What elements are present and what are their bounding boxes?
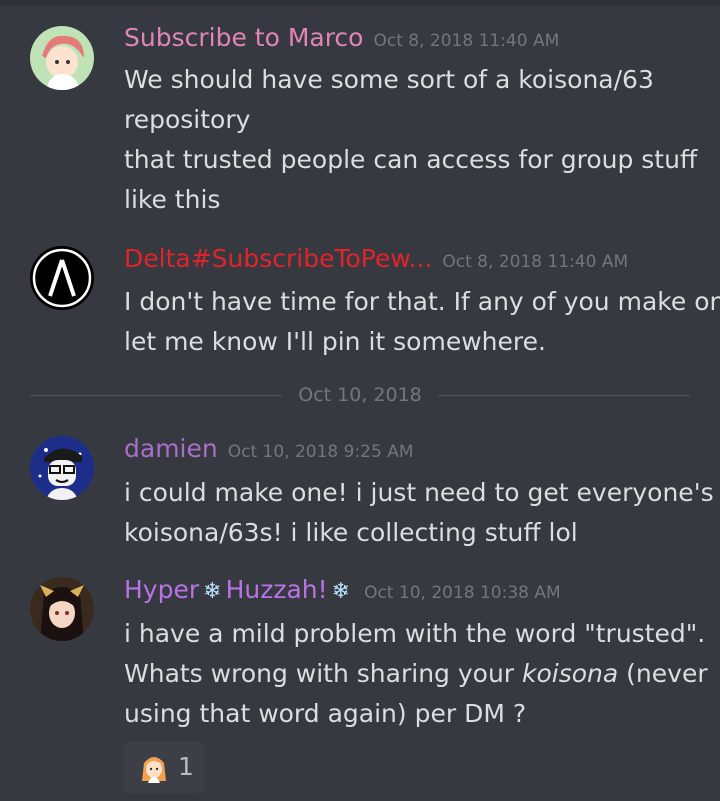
message-line: We should have some sort of a koisona/63 [124,65,654,94]
message-text: Whats wrong with sharing your [124,659,523,688]
timestamp: Oct 10, 2018 10:38 AM [364,583,561,603]
message-line: i could make one! i just need to get eve… [124,478,714,507]
reaction-button[interactable]: 1 [124,741,204,793]
message-line: Whats wrong with sharing your koisona (n… [124,654,708,694]
top-edge [0,0,720,6]
reaction-count: 1 [178,752,194,781]
username[interactable]: Hyper ❄ Huzzah! ❄ [124,575,354,604]
username-part: Hyper [124,575,200,604]
message-line: let me know I'll pin it somewhere. [124,327,546,356]
timestamp: Oct 8, 2018 11:40 AM [442,252,629,272]
snowflake-icon: ❄ [203,579,222,604]
date-divider: Oct 10, 2018 [30,384,690,406]
username-part: Huzzah! [225,575,328,604]
avatar[interactable] [30,436,94,500]
girl-emoji-icon [142,757,166,783]
timestamp: Oct 10, 2018 9:25 AM [227,442,414,462]
timestamp: Oct 8, 2018 11:40 AM [373,31,560,51]
avatar[interactable] [30,246,94,310]
message-line: that trusted people can access for group… [124,145,698,174]
message-header: Hyper ❄ Huzzah! ❄ Oct 10, 2018 10:38 AM [124,575,561,608]
message-header: Delta#SubscribeToPew... Oct 8, 2018 11:40… [124,244,628,277]
avatar[interactable] [30,577,94,641]
message-content: i could make one! i just need to get eve… [124,473,714,553]
avatar[interactable] [30,26,94,90]
divider-date: Oct 10, 2018 [298,384,422,406]
message-line: koisona/63s! i like collecting stuff lol [124,518,578,547]
message-header: Subscribe to Marco Oct 8, 2018 11:40 AM [124,23,559,56]
snowflake-icon: ❄ [331,579,351,604]
username[interactable]: Subscribe to Marco [124,23,363,52]
message-line: using that word again) per DM ? [124,699,527,728]
username[interactable]: Delta#SubscribeToPew... [124,244,432,273]
message-line: repository [124,105,251,134]
message-text: (never [618,659,708,688]
message-line: I don't have time for that. If any of yo… [124,287,720,316]
message-content: i have a mild problem with the word "tru… [124,614,708,734]
username[interactable]: damien [124,434,218,463]
italic-text: koisona [522,659,619,688]
message-content: I don't have time for that. If any of yo… [124,282,720,362]
message-line: like this [124,185,221,214]
message-content: We should have some sort of a koisona/63… [124,60,704,220]
message-line: i have a mild problem with the word "tru… [124,619,706,648]
message-header: damien Oct 10, 2018 9:25 AM [124,434,414,467]
